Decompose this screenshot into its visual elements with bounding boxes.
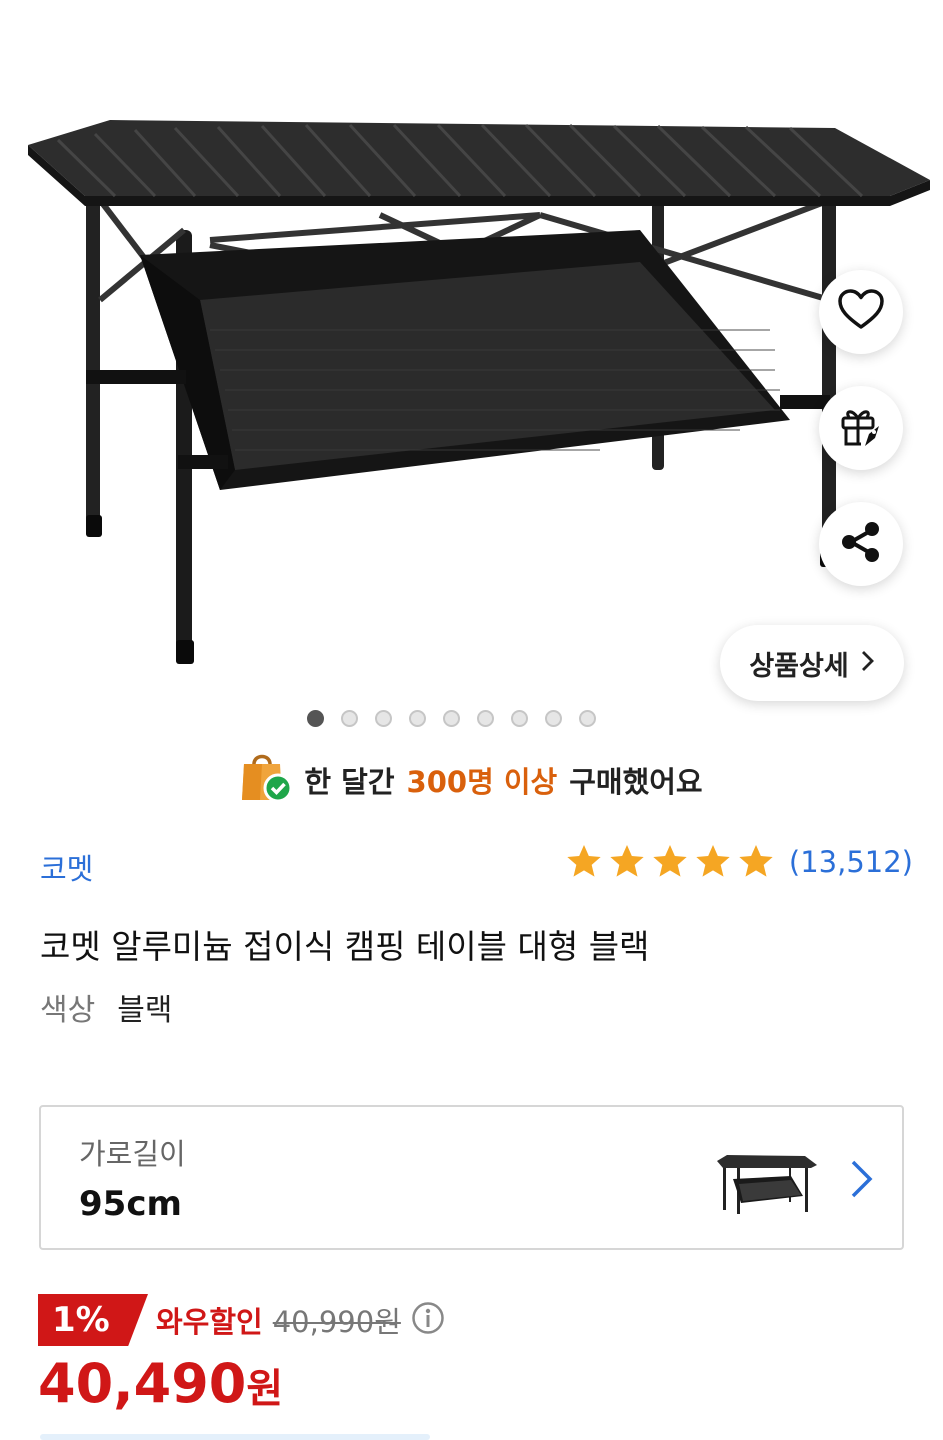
share-icon	[839, 520, 883, 568]
discount-badge: 1%	[38, 1294, 148, 1346]
carousel-dot[interactable]	[579, 710, 596, 727]
wishlist-button[interactable]	[819, 270, 903, 354]
final-price-unit: 원	[246, 1366, 284, 1412]
share-button[interactable]	[819, 502, 903, 586]
carousel-dot[interactable]	[341, 710, 358, 727]
brand-link[interactable]: 코멧	[40, 846, 93, 888]
star-icon	[696, 845, 730, 877]
product-detail-label: 상품상세	[749, 650, 849, 682]
product-detail-button[interactable]: 상품상세	[720, 625, 904, 701]
carousel-indicator	[307, 710, 596, 727]
color-option: 색상 블랙	[40, 985, 172, 1029]
gift-icon	[839, 404, 883, 452]
chevron-right-icon	[861, 648, 875, 679]
social-proof-prefix: 한 달간	[304, 765, 395, 799]
carousel-dot[interactable]	[477, 710, 494, 727]
product-image-area[interactable]: 상품상세	[0, 0, 943, 740]
bottom-strip	[40, 1434, 430, 1440]
color-option-label: 색상	[40, 993, 96, 1028]
star-icon	[739, 845, 773, 877]
option-thumbnail-image	[717, 1155, 817, 1214]
review-count: (13,512)	[788, 845, 913, 879]
purchase-count-banner: 한 달간 300명 이상 구매했어요	[0, 750, 943, 810]
product-title: 코멧 알루미늄 접이식 캠핑 테이블 대형 블랙	[40, 927, 650, 966]
width-option-value: 95cm	[79, 1184, 182, 1224]
star-icon	[610, 845, 644, 877]
carousel-dot[interactable]	[375, 710, 392, 727]
shopping-bag-check-icon	[240, 750, 293, 811]
rating-stars	[564, 842, 776, 882]
social-proof-highlight: 300명 이상	[406, 765, 558, 799]
rating-summary[interactable]: (13,512)	[564, 842, 913, 882]
carousel-dot[interactable]	[545, 710, 562, 727]
price-row: 1% 와우할인 40,990원	[38, 1294, 445, 1346]
original-price: 40,990원	[272, 1305, 401, 1339]
width-option-selector[interactable]: 가로길이 95cm	[39, 1105, 904, 1250]
heart-icon	[837, 289, 885, 335]
star-icon	[567, 845, 601, 877]
wow-discount-label: 와우할인	[156, 1305, 263, 1339]
carousel-dot[interactable]	[307, 710, 324, 727]
carousel-dot[interactable]	[443, 710, 460, 727]
chevron-right-icon	[849, 1159, 875, 1203]
carousel-dot[interactable]	[409, 710, 426, 727]
final-price-amount: 40,490	[38, 1352, 247, 1415]
carousel-dot[interactable]	[511, 710, 528, 727]
gift-button[interactable]	[819, 386, 903, 470]
color-option-value: 블랙	[117, 993, 173, 1028]
width-option-label: 가로길이	[79, 1137, 186, 1171]
info-icon[interactable]	[411, 1301, 445, 1339]
star-icon	[653, 845, 687, 877]
final-price: 40,490원	[38, 1352, 283, 1415]
social-proof-suffix: 구매했어요	[569, 765, 703, 799]
